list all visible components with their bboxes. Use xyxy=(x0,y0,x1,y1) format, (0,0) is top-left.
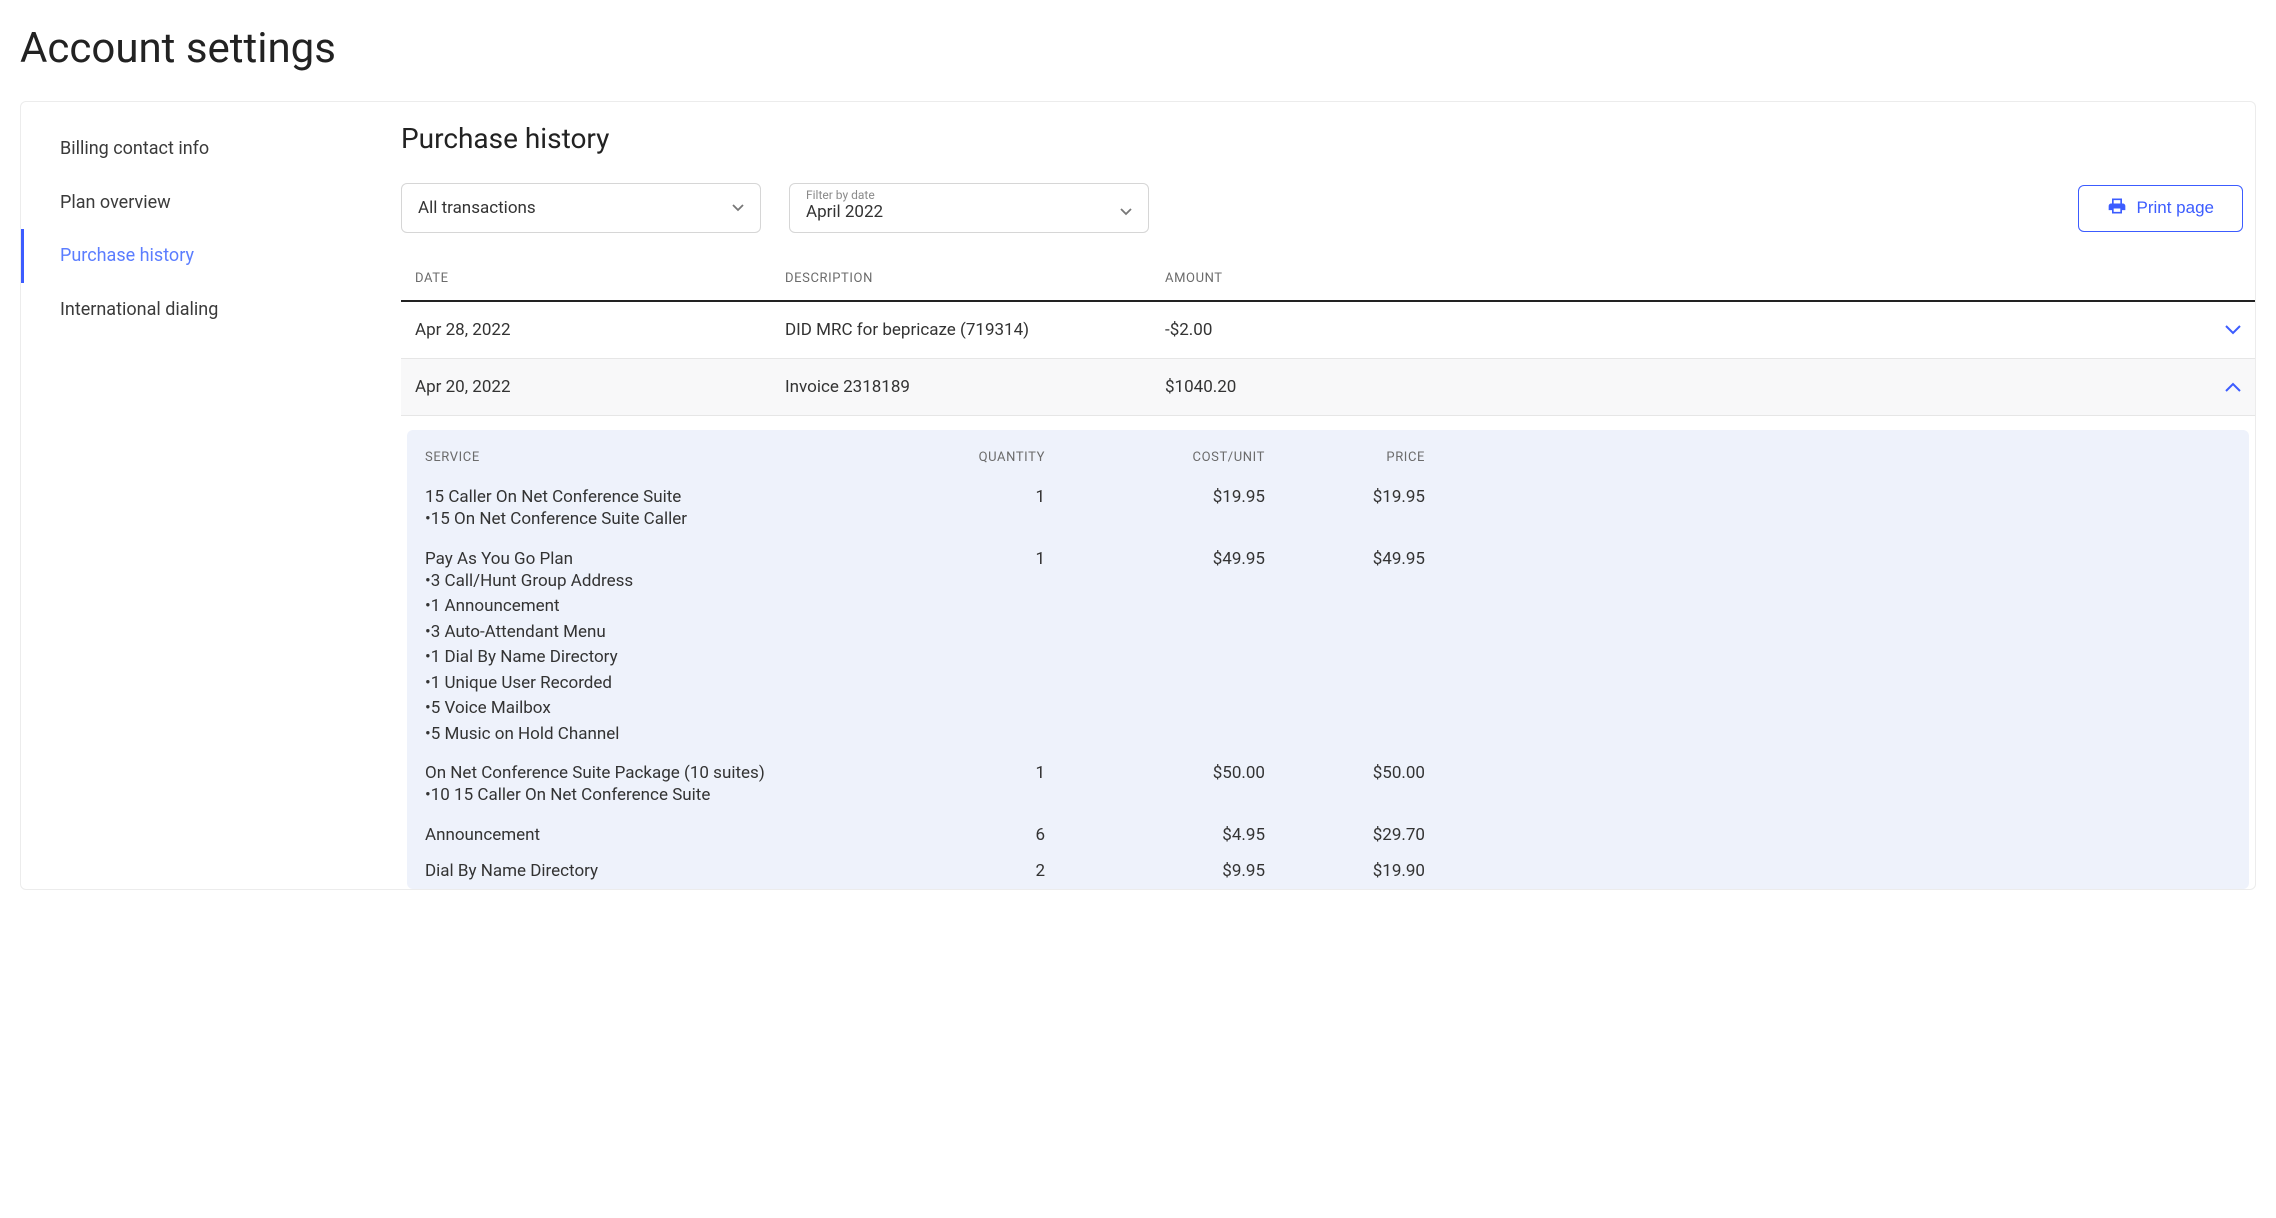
quantity-cell: 1 xyxy=(885,763,1045,783)
service-sub-item: •3 Call/Hunt Group Address xyxy=(425,569,885,595)
filters-row: All transactions Filter by date April 20… xyxy=(401,183,2255,233)
cost-unit-cell: $19.95 xyxy=(1045,487,1265,507)
cost-unit-cell: $4.95 xyxy=(1045,825,1265,845)
invoice-detail-panel: SERVICE QUANTITY COST/UNIT PRICE 15 Call… xyxy=(407,430,2249,889)
sidebar-item-plan-overview[interactable]: Plan overview xyxy=(21,176,401,230)
service-sub-item: •5 Music on Hold Channel xyxy=(425,722,885,748)
cost-unit-cell: $49.95 xyxy=(1045,549,1265,569)
service-sub-list: •10 15 Caller On Net Conference Suite xyxy=(425,783,885,809)
tx-description: Invoice 2318189 xyxy=(785,377,1165,397)
col-header-price: PRICE xyxy=(1265,450,1425,465)
sidebar-item-purchase-history[interactable]: Purchase history xyxy=(21,229,401,283)
col-header-quantity: QUANTITY xyxy=(885,450,1045,465)
price-cell: $49.95 xyxy=(1265,549,1425,569)
service-sub-list: •3 Call/Hunt Group Address•1 Announcemen… xyxy=(425,569,885,748)
price-cell: $29.70 xyxy=(1265,825,1425,845)
service-name: Announcement xyxy=(425,825,885,845)
service-name: Pay As You Go Plan xyxy=(425,549,885,569)
price-cell: $19.90 xyxy=(1265,861,1425,881)
expand-toggle[interactable] xyxy=(2181,325,2241,335)
transactions-header-row: DATE DESCRIPTION AMOUNT xyxy=(401,261,2255,302)
price-cell: $50.00 xyxy=(1265,763,1425,783)
settings-panel: Billing contact info Plan overview Purch… xyxy=(20,101,2256,890)
invoice-line-item: 15 Caller On Net Conference Suite•15 On … xyxy=(425,479,2231,541)
service-sub-item: •5 Voice Mailbox xyxy=(425,696,885,722)
service-cell: Dial By Name Directory xyxy=(425,861,885,881)
printer-icon xyxy=(2107,196,2127,221)
page-title: Account settings xyxy=(20,24,2256,73)
invoice-line-item: Announcement6$4.95$29.70 xyxy=(425,817,2231,853)
col-header-cost-unit: COST/UNIT xyxy=(1045,450,1265,465)
service-cell: Announcement xyxy=(425,825,885,845)
tx-description: DID MRC for bepricaze (719314) xyxy=(785,320,1165,340)
transactions-table: DATE DESCRIPTION AMOUNT Apr 28, 2022 DID… xyxy=(401,261,2255,889)
tx-date: Apr 28, 2022 xyxy=(415,320,785,340)
chevron-down-icon xyxy=(1120,208,1132,216)
service-sub-item: •1 Dial By Name Directory xyxy=(425,645,885,671)
service-sub-list: •15 On Net Conference Suite Caller xyxy=(425,507,885,533)
transaction-row[interactable]: Apr 28, 2022 DID MRC for bepricaze (7193… xyxy=(401,302,2255,359)
transactions-filter-value: All transactions xyxy=(418,198,536,218)
service-cell: On Net Conference Suite Package (10 suit… xyxy=(425,763,885,809)
tx-amount: $1040.20 xyxy=(1165,377,2181,397)
invoice-line-item: Pay As You Go Plan•3 Call/Hunt Group Add… xyxy=(425,541,2231,756)
print-page-button[interactable]: Print page xyxy=(2078,185,2244,232)
sidebar: Billing contact info Plan overview Purch… xyxy=(21,102,401,889)
service-name: On Net Conference Suite Package (10 suit… xyxy=(425,763,885,783)
service-name: Dial By Name Directory xyxy=(425,861,885,881)
quantity-cell: 1 xyxy=(885,487,1045,507)
main-content: Purchase history All transactions Filter… xyxy=(401,102,2255,889)
chevron-up-icon xyxy=(2225,382,2241,392)
service-cell: 15 Caller On Net Conference Suite•15 On … xyxy=(425,487,885,533)
cost-unit-cell: $9.95 xyxy=(1045,861,1265,881)
price-cell: $19.95 xyxy=(1265,487,1425,507)
service-cell: Pay As You Go Plan•3 Call/Hunt Group Add… xyxy=(425,549,885,748)
transactions-filter-select[interactable]: All transactions xyxy=(401,183,761,233)
date-filter-select[interactable]: Filter by date April 2022 xyxy=(789,183,1149,233)
print-page-label: Print page xyxy=(2137,198,2215,218)
transaction-row[interactable]: Apr 20, 2022 Invoice 2318189 $1040.20 xyxy=(401,359,2255,416)
invoice-line-item: Dial By Name Directory2$9.95$19.90 xyxy=(425,853,2231,889)
service-sub-item: •1 Announcement xyxy=(425,594,885,620)
invoice-line-item: On Net Conference Suite Package (10 suit… xyxy=(425,755,2231,817)
quantity-cell: 2 xyxy=(885,861,1045,881)
service-name: 15 Caller On Net Conference Suite xyxy=(425,487,885,507)
service-sub-item: •1 Unique User Recorded xyxy=(425,671,885,697)
sidebar-item-international-dialing[interactable]: International dialing xyxy=(21,283,401,337)
service-sub-item: •15 On Net Conference Suite Caller xyxy=(425,507,885,533)
chevron-down-icon xyxy=(732,204,744,212)
sidebar-item-billing-contact-info[interactable]: Billing contact info xyxy=(21,122,401,176)
tx-amount: -$2.00 xyxy=(1165,320,2181,340)
service-sub-item: •3 Auto-Attendant Menu xyxy=(425,620,885,646)
quantity-cell: 1 xyxy=(885,549,1045,569)
date-filter-value: April 2022 xyxy=(806,202,883,222)
collapse-toggle[interactable] xyxy=(2181,382,2241,392)
col-header-service: SERVICE xyxy=(425,450,885,465)
service-sub-item: •10 15 Caller On Net Conference Suite xyxy=(425,783,885,809)
chevron-down-icon xyxy=(2225,325,2241,335)
col-header-description: DESCRIPTION xyxy=(785,271,1165,286)
invoice-detail-header: SERVICE QUANTITY COST/UNIT PRICE xyxy=(425,450,2231,479)
col-header-amount: AMOUNT xyxy=(1165,271,2181,286)
section-title: Purchase history xyxy=(401,122,2255,155)
date-filter-label: Filter by date xyxy=(806,188,875,202)
cost-unit-cell: $50.00 xyxy=(1045,763,1265,783)
quantity-cell: 6 xyxy=(885,825,1045,845)
tx-date: Apr 20, 2022 xyxy=(415,377,785,397)
col-header-date: DATE xyxy=(415,271,785,286)
